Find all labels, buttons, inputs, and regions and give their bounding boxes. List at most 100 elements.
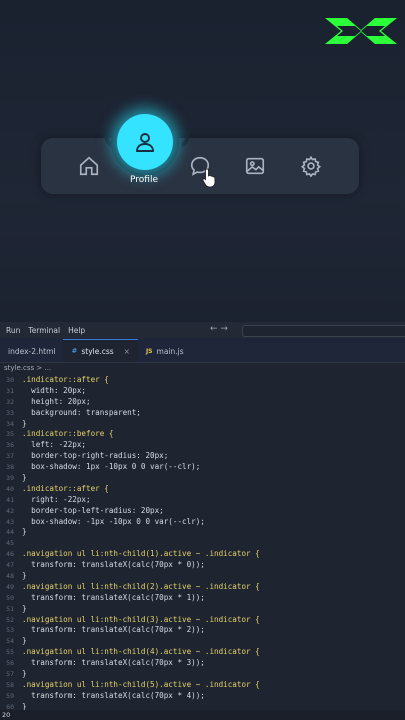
js-file-icon: JS bbox=[145, 347, 153, 355]
nav-settings[interactable] bbox=[281, 138, 341, 194]
line-number: 53 bbox=[6, 626, 14, 635]
line-number: 40 bbox=[6, 484, 14, 493]
code-text: } bbox=[22, 473, 27, 483]
code-line[interactable]: 30 .indicator::after { bbox=[0, 375, 405, 386]
code-line[interactable]: 59 transform: translateX(calc(70px * 4))… bbox=[0, 691, 405, 702]
line-number: 52 bbox=[6, 615, 14, 624]
code-text: .indicator::after { bbox=[22, 483, 109, 493]
css-file-icon: # bbox=[71, 347, 78, 355]
code-text: background: transparent; bbox=[22, 407, 141, 417]
code-line[interactable]: 35 .indicator::before { bbox=[0, 429, 405, 440]
code-line[interactable]: 36 left: -22px; bbox=[0, 440, 405, 451]
brand-logo-icon bbox=[325, 18, 397, 44]
code-line[interactable]: 57} bbox=[0, 669, 405, 680]
line-number: 59 bbox=[6, 691, 14, 700]
code-text: border-top-right-radius: 20px; bbox=[22, 451, 169, 461]
code-line[interactable]: 31 width: 20px; bbox=[0, 386, 405, 397]
code-editor: Run Terminal Help ← → index-2.html # sty… bbox=[0, 322, 405, 720]
tab-label: style.css bbox=[81, 346, 114, 356]
command-search-input[interactable] bbox=[242, 325, 405, 337]
code-text: } bbox=[22, 418, 27, 428]
code-text: transform: translateX(calc(70px * 3)); bbox=[22, 658, 205, 668]
line-number: 37 bbox=[6, 452, 14, 461]
code-line[interactable]: 56 transform: translateX(calc(70px * 3))… bbox=[0, 658, 405, 669]
status-bar: 20 bbox=[0, 710, 405, 720]
line-number: 45 bbox=[6, 539, 14, 548]
code-line[interactable]: 58 .navigation ul li:nth-child(5).active … bbox=[0, 680, 405, 691]
code-text: border-top-left-radius: 20px; bbox=[22, 505, 164, 515]
line-number: 41 bbox=[6, 495, 14, 504]
code-area[interactable]: 30 .indicator::after {31 width: 20px; 32 h… bbox=[0, 375, 405, 713]
code-text: right: -22px; bbox=[22, 494, 91, 504]
code-line[interactable]: 43 box-shadow: -1px -10px 0 0 var(--clr)… bbox=[0, 517, 405, 528]
code-line[interactable]: 40 .indicator::after { bbox=[0, 484, 405, 495]
code-text: left: -22px; bbox=[22, 440, 87, 450]
code-line[interactable]: 41 right: -22px; bbox=[0, 495, 405, 506]
code-text: } bbox=[22, 571, 27, 581]
code-text: .navigation ul li:nth-child(5).active ~ … bbox=[22, 679, 260, 689]
tab-index-html[interactable]: index-2.html bbox=[0, 340, 63, 362]
home-icon bbox=[79, 156, 99, 176]
code-text: .navigation ul li:nth-child(2).active ~ … bbox=[22, 581, 260, 591]
code-line[interactable]: 33 background: transparent; bbox=[0, 408, 405, 419]
line-number: 49 bbox=[6, 582, 14, 591]
nav-profile-active-indicator[interactable] bbox=[117, 114, 173, 170]
tab-main-js[interactable]: JS main.js bbox=[138, 340, 192, 362]
line-number: 39 bbox=[6, 474, 14, 483]
active-nav-label: Profile bbox=[130, 175, 158, 185]
code-line[interactable]: 48} bbox=[0, 571, 405, 582]
code-line[interactable]: 55 .navigation ul li:nth-child(4).active … bbox=[0, 647, 405, 658]
code-line[interactable]: 44} bbox=[0, 527, 405, 538]
code-line[interactable]: 45 bbox=[0, 538, 405, 549]
code-text: width: 20px; bbox=[22, 385, 87, 395]
code-line[interactable]: 38 box-shadow: 1px -10px 0 0 var(--clr); bbox=[0, 462, 405, 473]
line-number: 35 bbox=[6, 430, 14, 439]
menu-terminal[interactable]: Terminal bbox=[28, 326, 60, 335]
code-line[interactable]: 49 .navigation ul li:nth-child(2).active … bbox=[0, 582, 405, 593]
code-text: transform: translateX(calc(70px * 4)); bbox=[22, 690, 205, 700]
gear-icon bbox=[300, 155, 322, 177]
hand-cursor-icon bbox=[202, 168, 216, 188]
nav-message[interactable] bbox=[170, 138, 230, 194]
code-line[interactable]: 47 transform: translateX(calc(70px * 0))… bbox=[0, 560, 405, 571]
line-number: 54 bbox=[6, 637, 14, 646]
breadcrumb[interactable]: style.css > ... bbox=[0, 363, 405, 374]
code-text: box-shadow: -1px -10px 0 0 var(--clr); bbox=[22, 516, 205, 526]
menu-bar: Run Terminal Help ← → bbox=[0, 322, 405, 338]
image-icon bbox=[245, 157, 265, 175]
code-line[interactable]: 46 .navigation ul li:nth-child(1).active … bbox=[0, 549, 405, 560]
code-text: } bbox=[22, 603, 27, 613]
code-text: transform: translateX(calc(70px * 1)); bbox=[22, 592, 205, 602]
line-number: 31 bbox=[6, 386, 14, 395]
tab-label: main.js bbox=[156, 346, 184, 356]
code-line[interactable]: 34} bbox=[0, 419, 405, 430]
line-number: 57 bbox=[6, 670, 14, 679]
code-line[interactable]: 53 transform: translateX(calc(70px * 2))… bbox=[0, 625, 405, 636]
history-arrows[interactable]: ← → bbox=[210, 324, 228, 334]
line-number: 36 bbox=[6, 441, 14, 450]
line-number: 46 bbox=[6, 550, 14, 559]
line-number: 50 bbox=[6, 593, 14, 602]
line-number: 44 bbox=[6, 528, 14, 537]
code-line[interactable]: 50 transform: translateX(calc(70px * 1))… bbox=[0, 593, 405, 604]
code-line[interactable]: 32 height: 20px; bbox=[0, 397, 405, 408]
code-line[interactable]: 37 border-top-right-radius: 20px; bbox=[0, 451, 405, 462]
code-line[interactable]: 39} bbox=[0, 473, 405, 484]
line-number: 42 bbox=[6, 506, 14, 515]
code-text: box-shadow: 1px -10px 0 0 var(--clr); bbox=[22, 462, 201, 472]
line-number: 58 bbox=[6, 680, 14, 689]
line-number: 30 bbox=[6, 376, 14, 384]
close-icon[interactable]: × bbox=[124, 347, 130, 356]
code-line[interactable]: 52 .navigation ul li:nth-child(3).active … bbox=[0, 615, 405, 626]
menu-run[interactable]: Run bbox=[6, 326, 20, 335]
line-number: 33 bbox=[6, 408, 14, 417]
nav-photos[interactable] bbox=[225, 138, 285, 194]
code-line[interactable]: 42 border-top-left-radius: 20px; bbox=[0, 506, 405, 517]
code-text: .navigation ul li:nth-child(1).active ~ … bbox=[22, 549, 260, 559]
code-line[interactable]: 54} bbox=[0, 636, 405, 647]
menu-help[interactable]: Help bbox=[68, 326, 85, 335]
line-number: 34 bbox=[6, 419, 14, 428]
code-line[interactable]: 51} bbox=[0, 604, 405, 615]
line-number: 48 bbox=[6, 572, 14, 581]
tab-style-css[interactable]: # style.css × bbox=[63, 339, 138, 362]
